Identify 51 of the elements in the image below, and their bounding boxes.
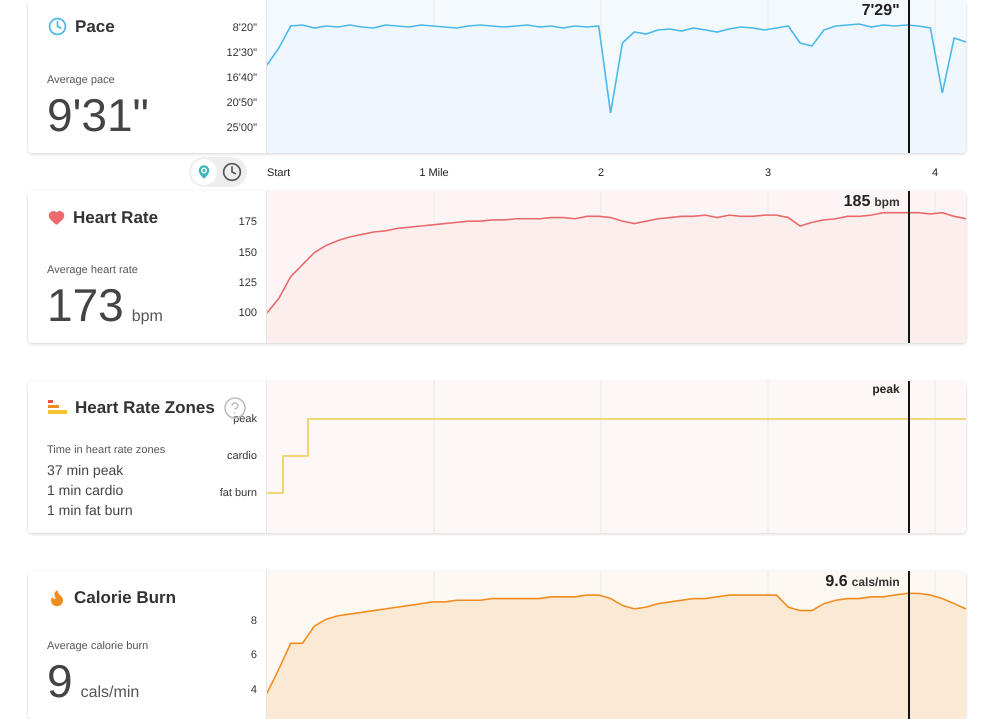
readout-value: 7'29" xyxy=(862,1,900,21)
clock-icon xyxy=(48,17,67,36)
scrubber-line[interactable] xyxy=(908,191,910,343)
y-tick-label: 150 xyxy=(238,246,257,260)
y-tick-label: 8'20" xyxy=(232,21,257,35)
zone-time: 37 min peak xyxy=(47,461,124,480)
card-title: Calorie Burn xyxy=(74,587,176,609)
average-value: 9 xyxy=(47,656,73,706)
y-tick-label: 20'50" xyxy=(226,96,257,110)
average-value: 9'31" xyxy=(47,90,149,140)
y-tick-label: cardio xyxy=(227,449,257,463)
card-subtitle: Average pace xyxy=(47,72,116,88)
readout-value: peak xyxy=(872,381,900,398)
readout-value: 9.6 xyxy=(825,572,848,592)
zone-time: 1 min fat burn xyxy=(47,501,134,520)
zone-time: 1 min cardio xyxy=(47,481,124,500)
scrubber-line[interactable] xyxy=(908,571,910,719)
card-title: Pace xyxy=(75,16,115,38)
clock-icon xyxy=(222,162,242,182)
readout-value: 185 xyxy=(844,192,870,212)
y-tick-label: 6 xyxy=(250,648,257,662)
card-subtitle: Average calorie burn xyxy=(47,638,148,654)
bars-icon xyxy=(48,400,67,416)
flame-icon xyxy=(48,588,66,607)
y-tick-label: 125 xyxy=(238,276,257,290)
scrubber-line[interactable] xyxy=(908,0,910,153)
y-tick-label: peak xyxy=(233,412,257,426)
y-tick-label: fat burn xyxy=(220,486,257,500)
distance-label: 1 Mile xyxy=(419,166,449,181)
distance-label: 3 xyxy=(764,166,772,181)
average-value: 173 xyxy=(47,280,124,330)
card-subtitle: Time in heart rate zones xyxy=(47,442,166,458)
distance-label: 2 xyxy=(598,166,604,181)
y-tick-label: 8 xyxy=(250,614,257,628)
y-tick-label: 25'00" xyxy=(226,121,257,135)
readout-unit: bpm xyxy=(874,194,900,211)
y-tick-label: 175 xyxy=(238,215,257,230)
heart-icon xyxy=(48,209,65,226)
card-title: Heart Rate Zones xyxy=(75,397,215,419)
scrubber-line[interactable] xyxy=(908,381,910,533)
y-tick-label: 12'30" xyxy=(226,46,257,60)
distance-label: 4 xyxy=(932,166,938,181)
average-unit: bpm xyxy=(132,307,163,327)
average-unit: cals/min xyxy=(80,683,140,703)
y-tick-label: 100 xyxy=(238,306,257,320)
card-title: Heart Rate xyxy=(73,207,158,229)
card-subtitle: Average heart rate xyxy=(47,262,139,278)
y-tick-label: 4 xyxy=(250,682,257,697)
readout-unit: cals/min xyxy=(852,574,900,591)
distance-label: Start xyxy=(267,166,290,181)
y-tick-label: 16'40" xyxy=(226,71,257,85)
